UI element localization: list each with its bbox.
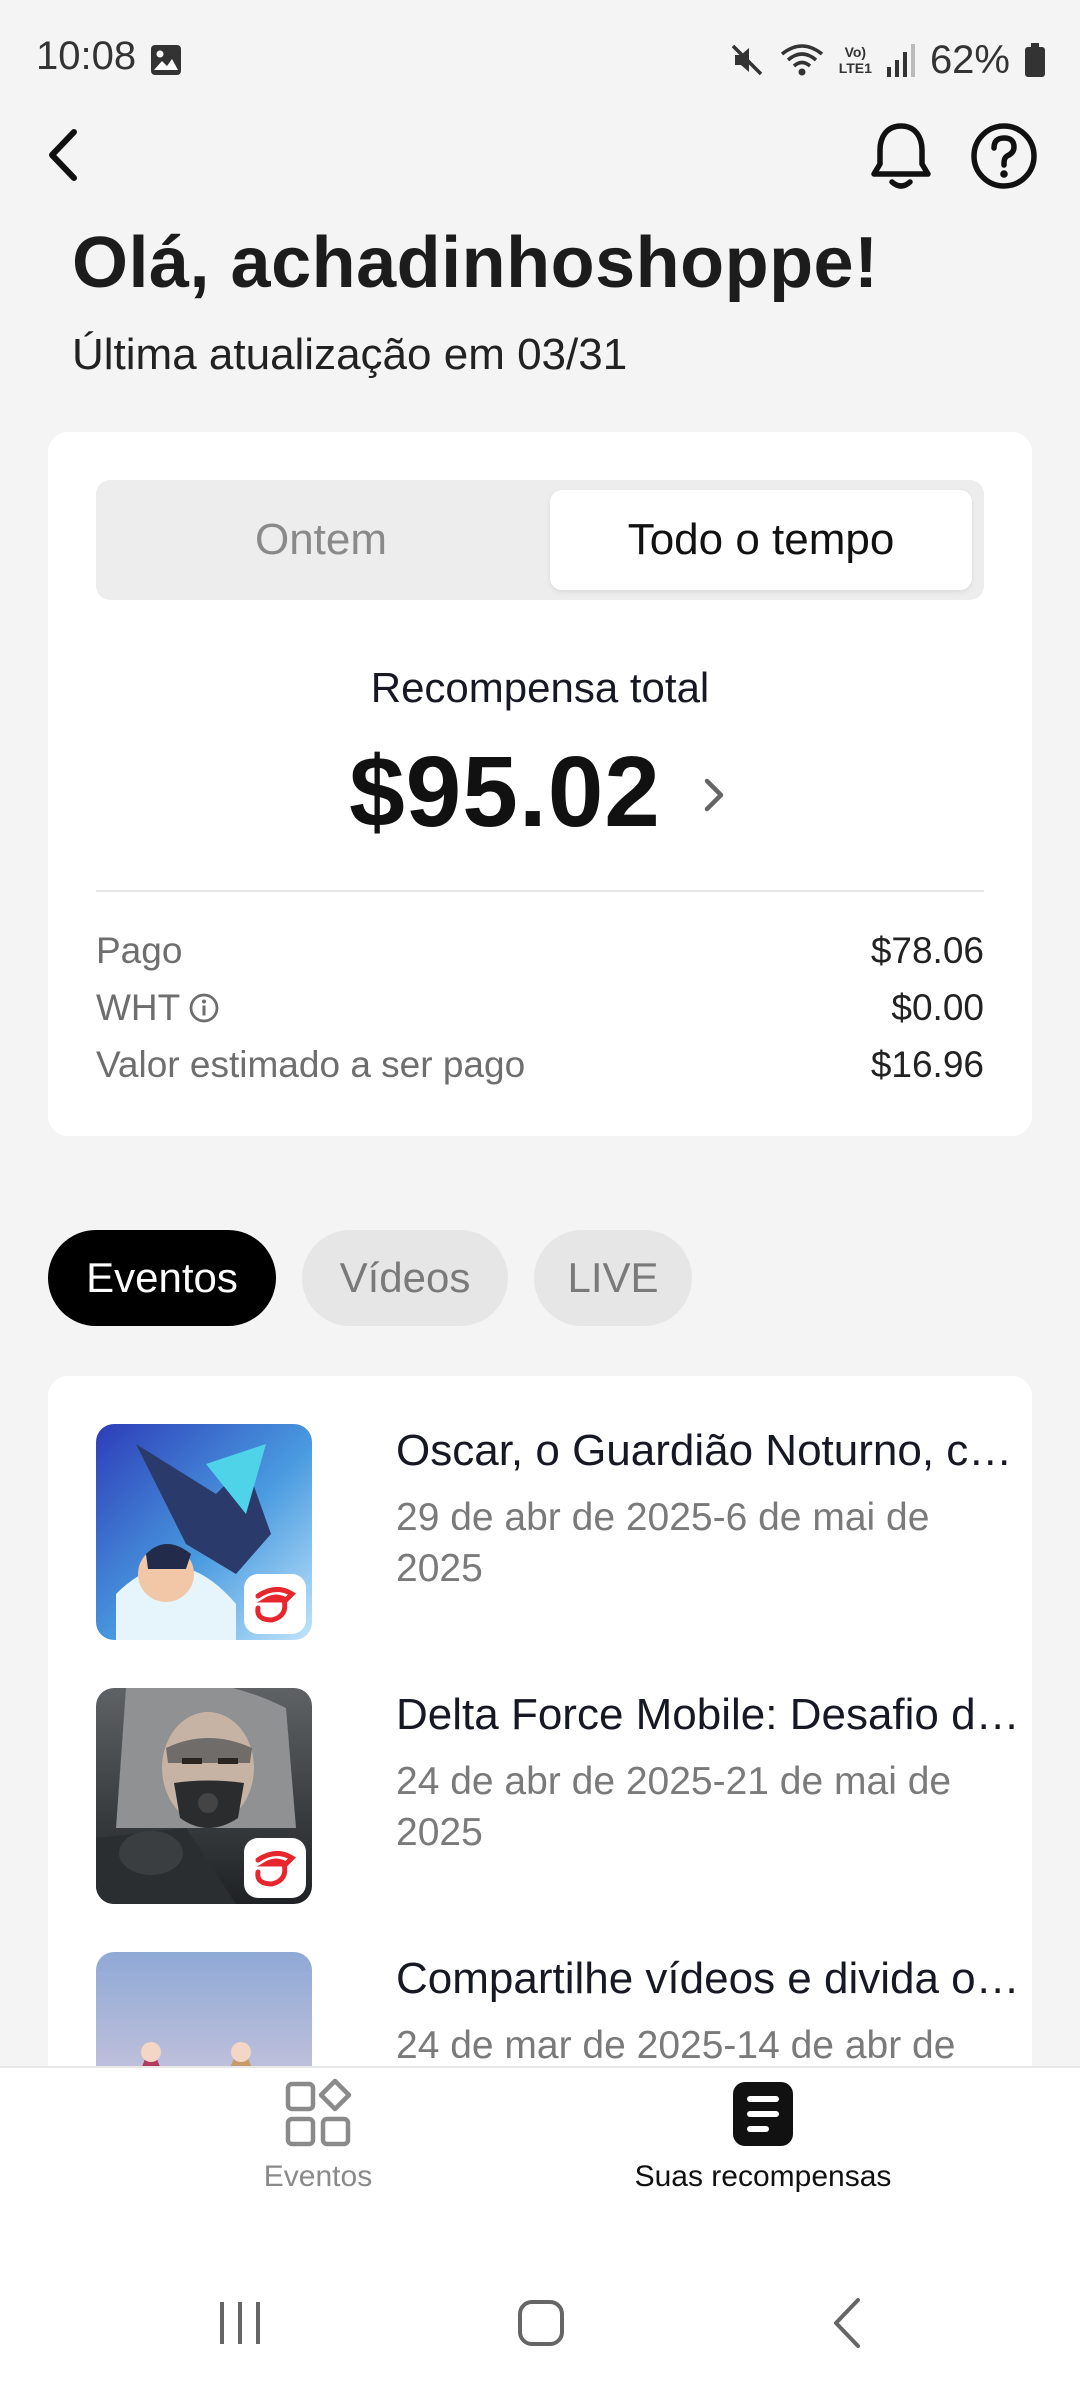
- event-title[interactable]: Delta Force Mobile: Desafio de criadores: [396, 1690, 1026, 1740]
- event-thumbnail: [96, 1688, 312, 1904]
- reward-summary-card: Ontem Todo o tempo Recompensa total $95.…: [48, 432, 1032, 1136]
- breakdown-row-paid: Pago $78.06: [96, 926, 984, 976]
- last-updated-text: Última atualização em 03/31: [72, 330, 628, 379]
- breakdown-value: $16.96: [870, 1044, 984, 1085]
- event-dates: 29 de abr de 2025-6 de mai de 2025: [396, 1496, 930, 1590]
- gallery-icon: [151, 45, 181, 75]
- bell-icon[interactable]: [866, 118, 936, 194]
- nav-your-rewards[interactable]: Suas recompensas: [598, 2078, 928, 2194]
- help-icon[interactable]: [970, 122, 1038, 190]
- top-bar: [0, 110, 1080, 200]
- total-reward-row[interactable]: $95.02: [48, 735, 1032, 850]
- recent-apps-icon[interactable]: [216, 2298, 266, 2348]
- nav-events[interactable]: Eventos: [218, 2078, 418, 2194]
- list-item[interactable]: Compartilhe vídeos e divida o prêmio 24 …: [96, 1952, 1026, 2066]
- total-reward-label: Recompensa total: [370, 664, 710, 711]
- total-reward-amount[interactable]: $95.02: [349, 735, 661, 850]
- bottom-navigation: Eventos Suas recompensas: [0, 2066, 1080, 2246]
- chevron-right-icon[interactable]: [697, 773, 731, 817]
- page-title: Olá, achadinhoshoppe!: [72, 223, 879, 303]
- breakdown-label: Valor estimado a ser pago: [96, 1044, 526, 1085]
- event-title[interactable]: Compartilhe vídeos e divida o prêmio: [396, 1954, 1026, 2004]
- event-title[interactable]: Oscar, o Guardião Noturno, chegou: [396, 1426, 1026, 1476]
- rewards-document-icon[interactable]: [727, 2078, 799, 2150]
- event-thumbnail: [96, 1952, 312, 2066]
- content-filter-chips: Eventos Vídeos LIVE: [48, 1230, 692, 1326]
- lte-indicator: Vo) LTE1: [838, 44, 872, 76]
- period-segmented-control: Ontem Todo o tempo: [96, 480, 984, 600]
- list-item[interactable]: Delta Force Mobile: Desafio de criadores…: [96, 1688, 1026, 1908]
- system-back-icon[interactable]: [824, 2298, 874, 2348]
- status-icons: Vo) LTE1 62%: [729, 30, 1046, 90]
- events-grid-icon[interactable]: [282, 2078, 354, 2150]
- status-time: 10:08: [36, 34, 137, 78]
- info-icon[interactable]: [188, 992, 220, 1024]
- back-icon[interactable]: [40, 124, 92, 186]
- breakdown-row-wht: WHT $0.00: [96, 983, 984, 1033]
- event-dates: 24 de mar de 2025-14 de abr de 2025: [396, 2024, 956, 2066]
- chip-videos[interactable]: Vídeos: [302, 1230, 508, 1326]
- chip-events[interactable]: Eventos: [48, 1230, 276, 1326]
- breakdown-label: WHT: [96, 987, 181, 1028]
- nav-label: Eventos: [263, 2160, 373, 2193]
- breakdown-label: Pago: [96, 930, 183, 971]
- breakdown-row-estimated: Valor estimado a ser pago $16.96: [96, 1040, 984, 1090]
- event-thumbnail: [96, 1424, 312, 1640]
- home-icon[interactable]: [516, 2298, 566, 2348]
- nav-label: Suas recompensas: [634, 2160, 892, 2193]
- tab-yesterday[interactable]: Ontem: [106, 490, 536, 590]
- battery-percent: 62%: [929, 37, 1010, 82]
- list-item[interactable]: Oscar, o Guardião Noturno, chegou 29 de …: [96, 1424, 1026, 1644]
- signal-icon: [886, 44, 915, 77]
- event-dates: 24 de abr de 2025-21 de mai de 2025: [396, 1760, 952, 1854]
- divider: [96, 890, 984, 892]
- events-list: Oscar, o Guardião Noturno, chegou 29 de …: [48, 1376, 1032, 2066]
- mute-icon: [731, 44, 762, 76]
- tab-all-time[interactable]: Todo o tempo: [550, 490, 972, 590]
- breakdown-label-wrap: WHT: [96, 987, 220, 1029]
- system-navigation-bar: [0, 2246, 1080, 2400]
- breakdown-value: $0.00: [891, 987, 984, 1028]
- battery-icon: [1025, 43, 1045, 77]
- chip-live[interactable]: LIVE: [534, 1230, 692, 1326]
- status-bar: 10:08 Vo) LTE1 62%: [0, 0, 1080, 120]
- wifi-icon: [780, 44, 823, 76]
- breakdown-value: $78.06: [870, 930, 984, 971]
